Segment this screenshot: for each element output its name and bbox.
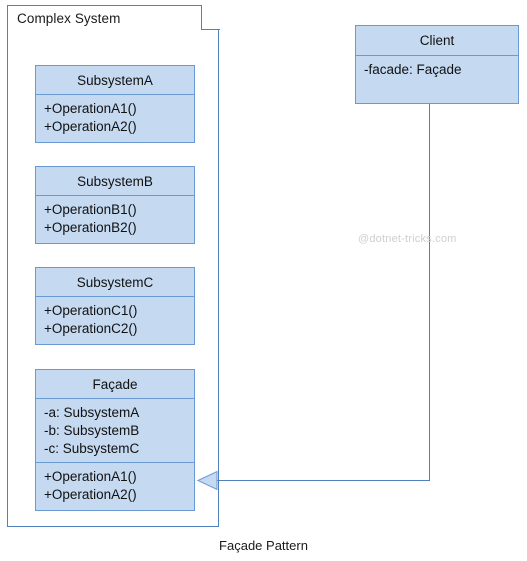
class-operations-facade: +OperationA1() +OperationA2() — [36, 463, 194, 508]
watermark-text: @dotnet-tricks.com — [358, 233, 457, 245]
class-title-subsystem-a: SubsystemA — [36, 66, 194, 95]
class-title-subsystem-b: SubsystemB — [36, 167, 194, 196]
attribute-row: -a: SubsystemA — [44, 405, 140, 420]
class-title-client: Client — [356, 26, 518, 56]
package-label: Complex System — [17, 10, 121, 26]
class-box-subsystem-c: SubsystemC +OperationC1() +OperationC2() — [35, 267, 195, 345]
class-operations-subsystem-b: +OperationB1() +OperationB2() — [36, 196, 194, 241]
operation-row: +OperationB2() — [44, 220, 137, 235]
operation-row: +OperationC1() — [44, 303, 138, 318]
association-arrowhead-icon — [196, 470, 218, 491]
class-box-facade: Façade -a: SubsystemA -b: SubsystemB -c:… — [35, 369, 195, 511]
class-title-facade: Façade — [36, 370, 194, 399]
operation-row: +OperationB1() — [44, 202, 137, 217]
class-box-client: Client -facade: Façade — [355, 25, 519, 104]
class-attributes-client: -facade: Façade — [356, 56, 518, 83]
operation-row: +OperationA1() — [44, 469, 137, 484]
attribute-row: -c: SubsystemC — [44, 441, 140, 456]
attribute-row: -b: SubsystemB — [44, 423, 140, 438]
operation-row: +OperationA2() — [44, 487, 137, 502]
class-operations-subsystem-c: +OperationC1() +OperationC2() — [36, 297, 194, 342]
class-box-subsystem-b: SubsystemB +OperationB1() +OperationB2() — [35, 166, 195, 244]
class-attributes-facade: -a: SubsystemA -b: SubsystemB -c: Subsys… — [36, 399, 194, 463]
class-title-subsystem-c: SubsystemC — [36, 268, 194, 297]
operation-row: +OperationA2() — [44, 119, 137, 134]
connector-line-horizontal — [216, 480, 430, 481]
connector-line-vertical — [429, 104, 430, 481]
facade-pattern-diagram: Complex System SubsystemA +OperationA1()… — [0, 0, 527, 561]
operation-row: +OperationA1() — [44, 101, 137, 116]
diagram-caption: Façade Pattern — [219, 538, 308, 553]
class-operations-subsystem-a: +OperationA1() +OperationA2() — [36, 95, 194, 140]
package-tab-complex-system: Complex System — [7, 5, 202, 31]
operation-row: +OperationC2() — [44, 321, 138, 336]
class-box-subsystem-a: SubsystemA +OperationA1() +OperationA2() — [35, 65, 195, 143]
attribute-row: -facade: Façade — [364, 62, 462, 77]
